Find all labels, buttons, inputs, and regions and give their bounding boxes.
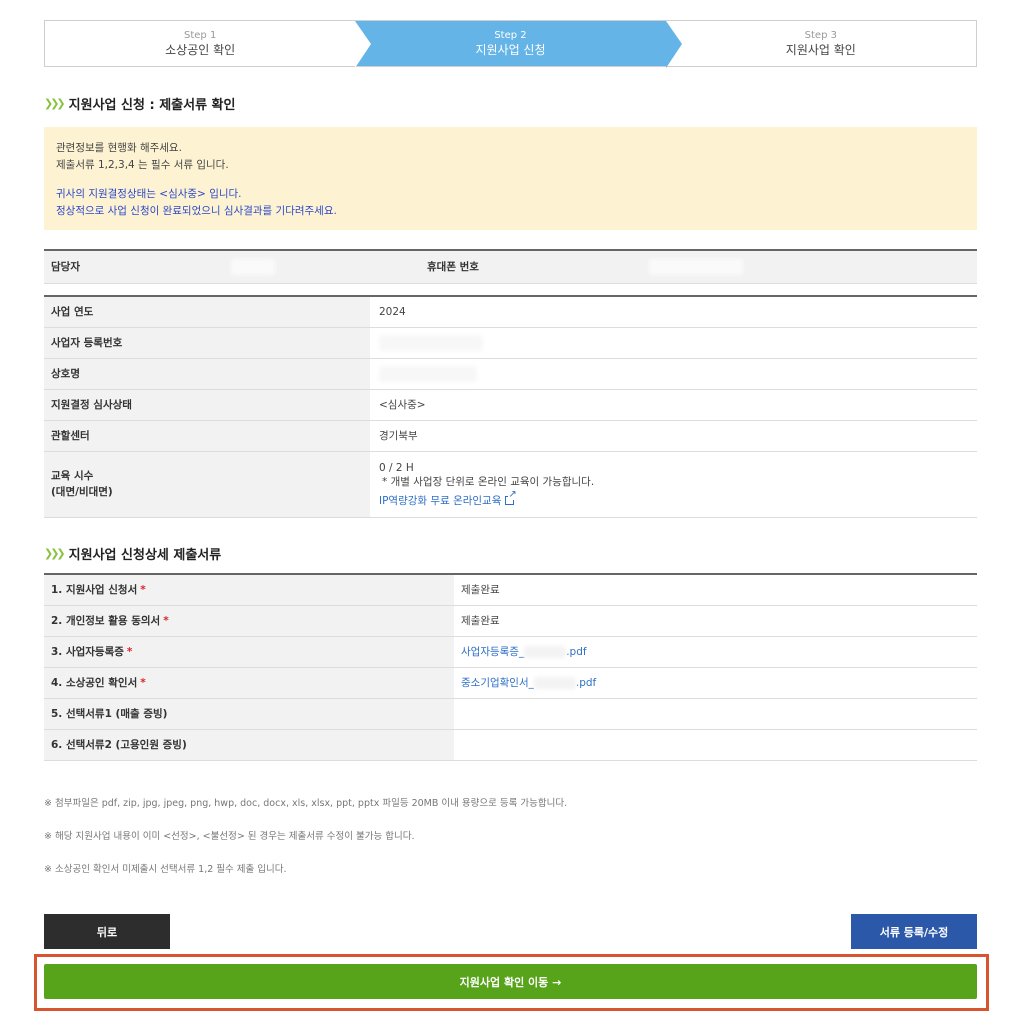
notice-wait-line: 정상적으로 사업 신청이 완료되었으니 심사결과를 기다려주세요. (56, 205, 337, 217)
edu-label-sub: (대면/비대면) (51, 486, 113, 498)
redacted-bizno (379, 334, 483, 351)
back-button[interactable]: 뒤로 (44, 914, 170, 949)
business-registration-file-link[interactable]: 사업자등록증_ .pdf (461, 646, 587, 658)
bizno-label: 사업자 등록번호 (44, 327, 370, 359)
redacted-phone (649, 258, 743, 275)
doc-file-cell: 사업자등록증_ .pdf (454, 636, 977, 668)
chevron-double-right-icon: ❯❯❯ (44, 97, 66, 110)
redacted-company (379, 365, 477, 382)
company-label: 상호명 (44, 358, 370, 390)
doc-label: 2. 개인정보 활용 동의서 * (44, 605, 454, 637)
table-row: 1. 지원사업 신청서 * 제출완료 (44, 574, 977, 606)
table-row: 2. 개인정보 활용 동의서 * 제출완료 (44, 605, 977, 637)
step-2-label: 지원사업 신청 (475, 43, 546, 57)
documents-table: 1. 지원사업 신청서 * 제출완료 2. 개인정보 활용 동의서 * 제출완료 3… (44, 573, 977, 761)
sme-confirmation-file-link[interactable]: 중소기업확인서_ .pdf (461, 677, 596, 689)
register-edit-documents-button[interactable]: 서류 등록/수정 (851, 914, 977, 949)
doc-status: 제출완료 (454, 605, 977, 637)
bizno-value (370, 327, 977, 359)
phone-label: 휴대폰 번호 (419, 250, 642, 284)
doc-label: 1. 지원사업 신청서 * (44, 574, 454, 606)
notice-box: 관련정보를 현행화 해주세요. 제출서류 1,2,3,4 는 필수 서류 입니다… (44, 127, 977, 230)
year-label: 사업 연도 (44, 296, 370, 328)
year-value: 2024 (370, 296, 977, 328)
chevron-double-right-icon: ❯❯❯ (44, 547, 66, 560)
edu-hours: 0 / 2 H (379, 461, 414, 474)
online-education-link[interactable]: IP역량강화 무료 온라인교육 (379, 495, 501, 507)
doc-label: 4. 소상공인 확인서 * (44, 667, 454, 699)
footnote-optional-docs: ※ 소상공인 확인서 미제출시 선택서류 1,2 필수 제출 입니다. (44, 864, 287, 875)
contact-table: 담당자 휴대폰 번호 (44, 249, 977, 284)
edu-label-cell: 교육 시수 (대면/비대면) (44, 451, 370, 518)
doc-file-cell (454, 698, 977, 730)
table-row: 6. 선택서류2 (고용인원 증빙) (44, 729, 977, 761)
doc-file-cell: 중소기업확인서_ .pdf (454, 667, 977, 699)
table-row: 5. 선택서류1 (매출 증빙) (44, 698, 977, 730)
status-value: <심사중> (370, 389, 977, 421)
progress-stepper: Step 1 소상공인 확인 Step 2 지원사업 신청 Step 3 지원사… (44, 20, 977, 68)
center-label: 관할센터 (44, 420, 370, 452)
company-value (370, 358, 977, 390)
edu-value-cell: 0 / 2 H * 개별 사업장 단위로 온라인 교육이 가능합니다. IP역량… (370, 451, 977, 518)
edu-note: * 개별 사업장 단위로 온라인 교육이 가능합니다. (382, 475, 595, 488)
external-link-icon (505, 490, 517, 505)
manager-label: 담당자 (44, 250, 224, 284)
step-2-number: Step 2 (494, 30, 527, 41)
center-value: 경기북부 (370, 420, 977, 452)
notice-line-1: 관련정보를 현행화 해주세요. (56, 142, 182, 154)
section-title-text: 지원사업 신청상세 제출서류 (68, 548, 222, 563)
step-1-number: Step 1 (184, 30, 217, 41)
footnote-edit-restriction: ※ 해당 지원사업 내용이 이미 <선정>, <불선정> 된 경우는 제출서류 … (44, 831, 415, 842)
step-1-label: 소상공인 확인 (165, 43, 236, 57)
go-to-confirmation-button[interactable]: 지원사업 확인 이동 → (44, 964, 977, 999)
notice-status-line: 귀사의 지원결정상태는 <심사중> 입니다. (56, 188, 242, 200)
step-3-label: 지원사업 확인 (785, 43, 856, 57)
doc-label: 3. 사업자등록증 * (44, 636, 454, 668)
edu-label: 교육 시수 (51, 470, 94, 482)
table-row: 4. 소상공인 확인서 * 중소기업확인서_ .pdf (44, 667, 977, 699)
doc-file-cell (454, 729, 977, 761)
doc-label: 6. 선택서류2 (고용인원 증빙) (44, 729, 454, 761)
footnotes: ※ 첨부파일은 pdf, zip, jpg, jpeg, png, hwp, d… (44, 797, 567, 896)
section-title-text: 지원사업 신청 : 제출서류 확인 (68, 98, 236, 113)
status-label: 지원결정 심사상태 (44, 389, 370, 421)
business-info-table: 사업 연도 2024 사업자 등록번호 상호명 지원결정 심사상태 <심사중> … (44, 295, 977, 518)
step-3: Step 3 지원사업 확인 (666, 21, 976, 66)
doc-label: 5. 선택서류1 (매출 증빙) (44, 698, 454, 730)
doc-status: 제출완료 (454, 574, 977, 606)
step-3-number: Step 3 (804, 30, 837, 41)
phone-value (642, 250, 977, 284)
table-row: 3. 사업자등록증 * 사업자등록증_ .pdf (44, 636, 977, 668)
section-title-application: ❯❯❯ 지원사업 신청 : 제출서류 확인 (44, 94, 235, 113)
notice-line-2: 제출서류 1,2,3,4 는 필수 서류 입니다. (56, 159, 229, 171)
step-2-active: Step 2 지원사업 신청 (355, 21, 683, 68)
redacted-manager (231, 258, 275, 275)
footnote-file-types: ※ 첨부파일은 pdf, zip, jpg, jpeg, png, hwp, d… (44, 798, 568, 809)
manager-value (224, 250, 419, 284)
step-1: Step 1 소상공인 확인 (45, 21, 355, 66)
section-title-documents: ❯❯❯ 지원사업 신청상세 제출서류 (44, 544, 221, 563)
